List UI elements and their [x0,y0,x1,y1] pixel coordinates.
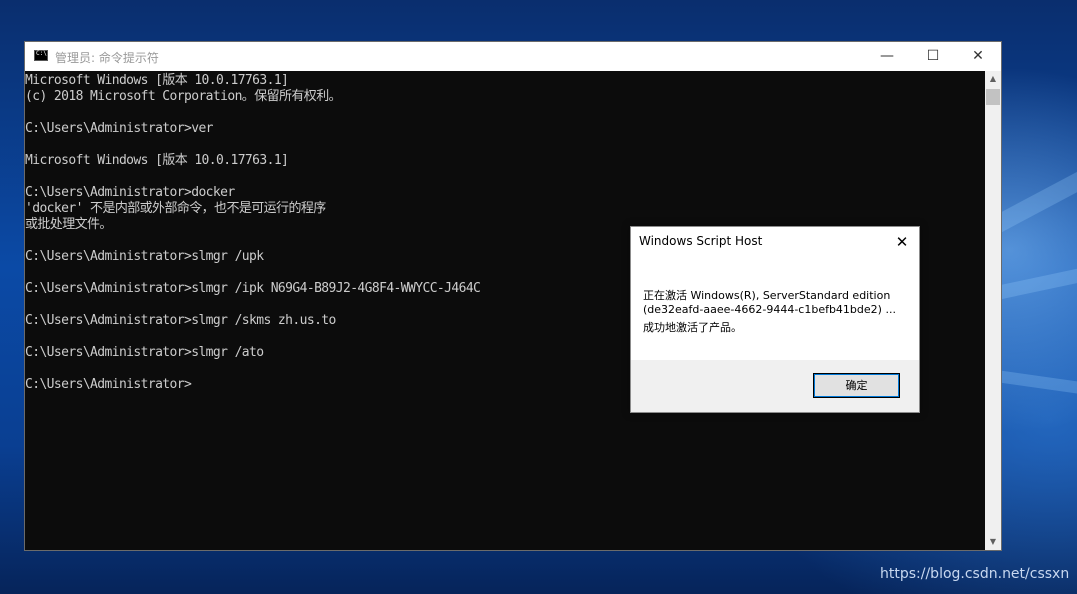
vertical-scrollbar[interactable]: ▲ ▼ [985,71,1001,550]
minimize-button[interactable]: — [864,42,910,71]
scroll-down-icon[interactable]: ▼ [985,534,1001,550]
console-line: C:\Users\Administrator>docker [25,185,235,200]
dialog-message-line: 成功地激活了产品。 [643,321,742,334]
console-line: Microsoft Windows [版本 10.0.17763.1] [25,153,289,168]
scroll-up-icon[interactable]: ▲ [985,71,1001,87]
dialog-message-line: 正在激活 Windows(R), ServerStandard edition [643,289,891,302]
script-host-dialog[interactable]: Windows Script Host ✕ 正在激活 Windows(R), S… [630,226,920,413]
scroll-thumb[interactable] [986,89,1000,105]
dialog-footer: 确定 [631,360,919,412]
cmd-window-title: 管理员: 命令提示符 [55,51,159,65]
console-line: C:\Users\Administrator>ver [25,121,214,136]
console-prompt[interactable]: C:\Users\Administrator> [25,377,192,393]
console-line: (c) 2018 Microsoft Corporation。保留所有权利。 [25,89,342,104]
dialog-message-line: (de32eafd-aaee-4662-9444-c1befb41bde2) .… [643,303,896,316]
console-line: C:\Users\Administrator>slmgr /ato [25,345,264,360]
console-line: C:\Users\Administrator>slmgr /upk [25,249,264,264]
ok-button[interactable]: 确定 [813,373,900,398]
close-button[interactable]: ✕ [955,42,1001,71]
console-line: 'docker' 不是内部或外部命令，也不是可运行的程序 [25,201,326,216]
console-line: C:\Users\Administrator>slmgr /skms zh.us… [25,313,336,328]
dialog-close-button[interactable]: ✕ [885,227,919,257]
console-line: 或批处理文件。 [25,217,112,232]
console-line: Microsoft Windows [版本 10.0.17763.1] [25,73,289,88]
cmd-console-icon [34,50,48,61]
watermark-url: https://blog.csdn.net/cssxn [880,566,1070,582]
dialog-title: Windows Script Host [639,234,763,248]
cmd-titlebar[interactable]: 管理员: 命令提示符 — ☐ ✕ [25,42,1001,71]
maximize-button[interactable]: ☐ [910,42,956,71]
console-line: C:\Users\Administrator>slmgr /ipk N69G4-… [25,281,481,296]
